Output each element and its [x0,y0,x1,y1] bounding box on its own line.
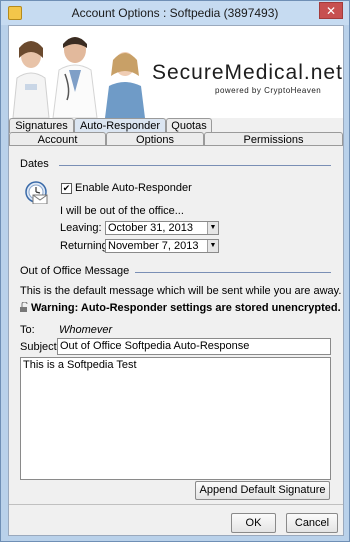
returning-date-value: November 7, 2013 [108,240,199,252]
auto-responder-panel: Dates ✔ Enable Auto-Responder I will be … [9,145,343,501]
to-label: To: [20,324,35,336]
leaving-date-dropdown[interactable]: October 31, 2013 ▼ [105,221,219,235]
subject-input[interactable]: Out of Office Softpedia Auto-Response [57,338,331,355]
dates-divider [59,165,331,166]
message-heading: Out of Office Message [20,265,130,277]
dialog-body: SecureMedical.net powered by CryptoHeave… [8,25,344,536]
window-title: Account Options : Softpedia (3897493) [71,6,279,20]
unlock-icon [20,302,28,312]
subject-label: Subject: [20,341,60,353]
banner: SecureMedical.net powered by CryptoHeave… [9,26,343,118]
leaving-date-value: October 31, 2013 [108,222,194,234]
returning-label: Returning: [60,240,111,252]
close-button[interactable]: ✕ [319,2,343,19]
alarm-clock-icon [25,181,48,204]
tab-auto-responder[interactable]: Auto-Responder [74,118,166,133]
footer-divider [9,504,343,505]
cancel-button[interactable]: Cancel [286,513,338,533]
ok-button[interactable]: OK [231,513,276,533]
account-options-window: Account Options : Softpedia (3897493) ✕ [0,0,350,542]
powered-by: powered by CryptoHeaven [215,86,322,95]
brand-name: SecureMedical.net [152,61,343,84]
title-bar[interactable]: Account Options : Softpedia (3897493) ✕ [1,1,349,25]
tab-row-top: Signatures Auto-Responder Quotas [9,118,343,133]
default-message-note: This is the default message which will b… [20,285,342,297]
returning-date-dropdown[interactable]: November 7, 2013 ▼ [105,239,219,253]
enable-auto-responder-checkbox[interactable]: ✔ [61,183,72,194]
message-divider [135,272,331,273]
chevron-down-icon[interactable]: ▼ [207,240,218,252]
dates-heading: Dates [20,158,49,170]
message-body-textarea[interactable]: This is a Softpedia Test [20,357,331,480]
chevron-down-icon[interactable]: ▼ [207,222,218,234]
enable-auto-responder-label: Enable Auto-Responder [75,182,192,194]
tab-quotas[interactable]: Quotas [166,118,212,133]
leaving-label: Leaving: [60,222,102,234]
append-default-signature-button[interactable]: Append Default Signature [195,481,330,500]
tab-signatures[interactable]: Signatures [9,118,74,133]
out-of-office-note: I will be out of the office... [60,205,184,217]
doctors-image [9,26,149,118]
unencrypted-warning: Warning: Auto-Responder settings are sto… [31,302,341,314]
to-value: Whomever [59,324,113,336]
